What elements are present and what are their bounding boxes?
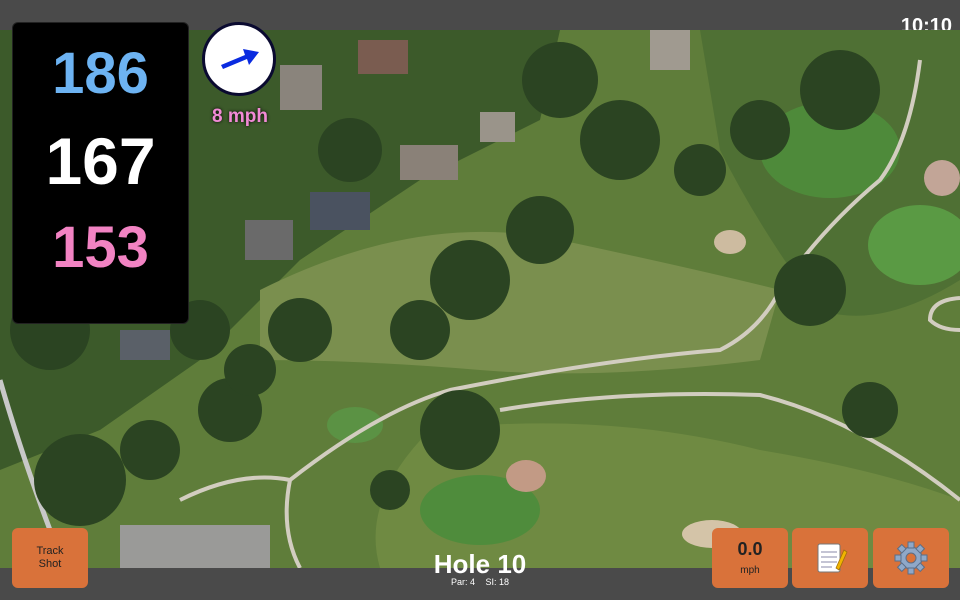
hole-par: Par: 4 (450, 577, 475, 587)
speed-unit: mph (740, 565, 760, 576)
back-distance: 153 (52, 215, 149, 280)
track-shot-label: Track Shot (36, 545, 64, 571)
speed-value: 0.0 (737, 539, 763, 559)
wind-indicator (202, 22, 276, 96)
gear-icon (894, 541, 928, 575)
hole-details: Par: 4 SI: 18 (380, 577, 580, 587)
settings-button[interactable] (873, 528, 949, 588)
track-shot-button[interactable]: Track Shot (12, 528, 88, 588)
distance-panel: 186 167 153 (12, 22, 189, 324)
wind-speed: 8 mph (212, 106, 268, 127)
hole-stroke-index: SI: 18 (485, 577, 510, 587)
notes-button[interactable] (792, 528, 868, 588)
hole-title: Hole 10 (433, 549, 527, 579)
notepad-icon (817, 543, 848, 573)
front-distance: 186 (52, 41, 149, 106)
arrow-right-icon (221, 49, 259, 69)
speed-button[interactable]: 0.0 mph (712, 528, 788, 588)
middle-distance: 167 (45, 124, 156, 198)
